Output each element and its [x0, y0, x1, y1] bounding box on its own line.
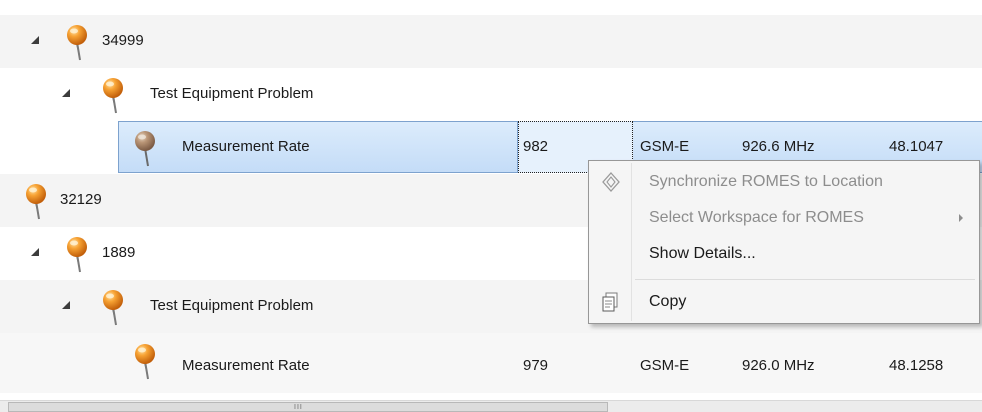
- map-pin-icon: [100, 289, 128, 327]
- coordinate-cell: 48.1047: [889, 138, 944, 155]
- diamond-icon: [602, 172, 620, 192]
- row-label: Test Equipment Problem: [150, 85, 314, 102]
- menu-item-show-details[interactable]: Show Details...: [589, 237, 979, 271]
- context-menu: Synchronize ROMES to Location Select Wor…: [588, 160, 980, 324]
- menu-item-label: Show Details...: [649, 245, 756, 262]
- menu-separator: [635, 279, 975, 280]
- horizontal-scrollbar[interactable]: III: [0, 400, 982, 412]
- value-cell: 979: [523, 357, 549, 374]
- row-label: 1889: [102, 244, 136, 261]
- expander-triangle-icon[interactable]: [31, 36, 39, 44]
- scrollbar-thumb[interactable]: III: [8, 402, 608, 412]
- tree-row-measurement-rate[interactable]: Measurement Rate 979 GSM-E 926.0 MHz 48.…: [0, 333, 982, 393]
- value-cell: 982: [523, 138, 549, 155]
- menu-item-label: Select Workspace for ROMES: [649, 209, 864, 226]
- expander-triangle-icon[interactable]: [62, 89, 70, 97]
- map-pin-icon: [132, 343, 160, 381]
- map-pin-icon: [100, 77, 128, 115]
- menu-item-copy[interactable]: Copy: [589, 285, 979, 319]
- map-pin-icon: [64, 24, 92, 62]
- map-pin-icon: [23, 183, 51, 221]
- row-label: Test Equipment Problem: [150, 297, 314, 314]
- copy-icon: [602, 292, 618, 312]
- row-label: Measurement Rate: [182, 138, 310, 155]
- menu-item-synchronize-romes[interactable]: Synchronize ROMES to Location: [589, 165, 979, 199]
- menu-item-label: Copy: [649, 293, 687, 310]
- row-label: 34999: [102, 32, 144, 49]
- frequency-cell: 926.6 MHz: [742, 138, 815, 155]
- expander-triangle-icon[interactable]: [31, 248, 39, 256]
- technology-cell: GSM-E: [640, 357, 690, 374]
- frequency-cell: 926.0 MHz: [742, 357, 815, 374]
- menu-item-select-workspace[interactable]: Select Workspace for ROMES: [589, 201, 979, 235]
- coordinate-cell: 48.1258: [889, 357, 944, 374]
- row-label: 32129: [60, 191, 102, 208]
- map-pin-icon: [64, 236, 92, 274]
- row-label: Measurement Rate: [182, 357, 310, 374]
- tree-row-test-equipment-problem[interactable]: Test Equipment Problem: [0, 68, 982, 122]
- menu-item-label: Synchronize ROMES to Location: [649, 173, 883, 190]
- selection-highlight: [118, 121, 518, 173]
- technology-cell: GSM-E: [640, 138, 690, 155]
- tree-row-34999[interactable]: 34999: [0, 15, 982, 69]
- scrollbar-grip: III: [294, 404, 303, 411]
- expander-triangle-icon[interactable]: [62, 301, 70, 309]
- map-pin-icon: [132, 130, 160, 168]
- submenu-arrow-icon: [959, 214, 963, 222]
